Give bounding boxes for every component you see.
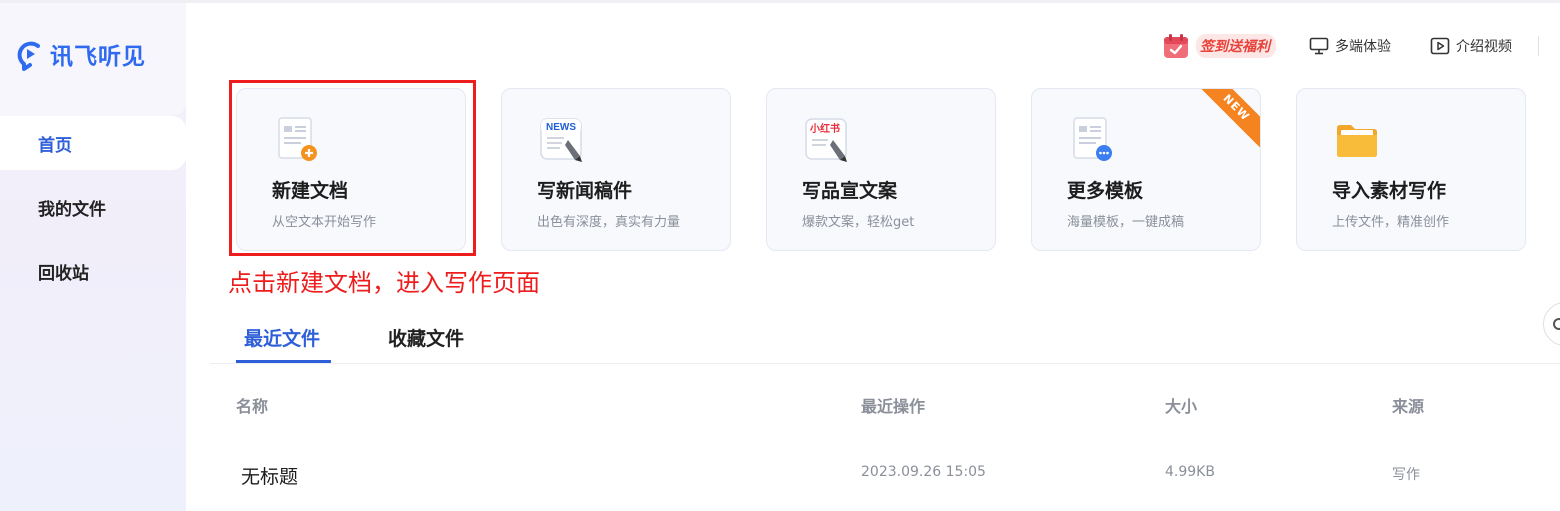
card-import-material[interactable]: 导入素材写作 上传文件，精准创作 bbox=[1296, 88, 1526, 251]
multi-device-button[interactable]: 多端体验 bbox=[1309, 30, 1391, 62]
signin-label: 签到送福利 bbox=[1196, 34, 1276, 58]
tab-favorite-files[interactable]: 收藏文件 bbox=[388, 324, 464, 351]
header-divider bbox=[1538, 36, 1539, 56]
sidebar-item-my-files[interactable]: 我的文件 bbox=[0, 180, 186, 234]
card-subtitle: 上传文件，精准创作 bbox=[1332, 215, 1450, 230]
logo-area: 讯飞听见 bbox=[0, 3, 186, 116]
multi-device-label: 多端体验 bbox=[1335, 39, 1391, 55]
folder-icon bbox=[1337, 125, 1377, 157]
tutorial-highlight-box bbox=[229, 80, 476, 256]
app-name: 讯飞听见 bbox=[50, 44, 146, 70]
card-more-templates[interactable]: NEW 更多模板 海量模板，一键成稿 bbox=[1031, 88, 1261, 251]
app-logo[interactable]: 讯飞听见 bbox=[16, 36, 146, 72]
xiaohongshu-icon: 小红书 bbox=[805, 118, 847, 162]
sidebar: 讯飞听见 首页 我的文件 回收站 bbox=[0, 3, 186, 511]
news-icon: NEWS bbox=[540, 118, 582, 162]
file-name[interactable]: 无标题 bbox=[241, 462, 298, 489]
monitor-icon bbox=[1309, 37, 1329, 55]
play-video-icon bbox=[1430, 37, 1450, 55]
signin-reward-button[interactable]: 签到送福利 bbox=[1162, 30, 1276, 62]
news-icon-text: NEWS bbox=[546, 122, 576, 133]
card-title: 导入素材写作 bbox=[1332, 180, 1447, 202]
logo-ear-icon bbox=[17, 41, 40, 71]
tab-divider bbox=[210, 363, 1560, 364]
card-title: 更多模板 bbox=[1067, 180, 1144, 202]
card-write-news[interactable]: NEWS 写新闻稿件 出色有深度，真实有力量 bbox=[501, 88, 731, 251]
sidebar-item-recycle-bin[interactable]: 回收站 bbox=[0, 244, 186, 298]
help-icon bbox=[1553, 318, 1560, 330]
card-brand-copy[interactable]: 小红书 写品宣文案 爆款文案，轻松get bbox=[766, 88, 996, 251]
card-subtitle: 爆款文案，轻松get bbox=[802, 215, 915, 230]
top-border bbox=[0, 0, 1560, 3]
column-header-name[interactable]: 名称 bbox=[236, 393, 268, 417]
file-size: 4.99KB bbox=[1165, 464, 1215, 480]
new-badge: NEW bbox=[1192, 89, 1260, 152]
tutorial-annotation: 点击新建文档，进入写作页面 bbox=[228, 269, 540, 297]
intro-video-label: 介绍视频 bbox=[1456, 39, 1512, 55]
column-header-last-modified[interactable]: 最近操作 bbox=[861, 393, 925, 417]
tab-recent-files[interactable]: 最近文件 bbox=[244, 324, 320, 351]
column-header-size[interactable]: 大小 bbox=[1165, 393, 1197, 417]
column-header-source[interactable]: 来源 bbox=[1392, 393, 1424, 417]
card-subtitle: 出色有深度，真实有力量 bbox=[537, 215, 681, 230]
file-source: 写作 bbox=[1392, 467, 1420, 483]
xiaohongshu-icon-text: 小红书 bbox=[809, 122, 840, 135]
file-last-modified: 2023.09.26 15:05 bbox=[861, 464, 986, 480]
sidebar-item-home[interactable]: 首页 bbox=[0, 116, 186, 170]
intro-video-button[interactable]: 介绍视频 bbox=[1430, 30, 1512, 62]
card-title: 写新闻稿件 bbox=[537, 180, 633, 202]
calendar-check-icon bbox=[1164, 34, 1188, 58]
template-icon bbox=[1073, 117, 1112, 161]
card-subtitle: 海量模板，一键成稿 bbox=[1067, 215, 1185, 230]
side-help-button[interactable] bbox=[1543, 302, 1560, 346]
app-root: 讯飞听见 首页 我的文件 回收站 签到送福利 多端体验 介绍视频 新建文档 从空… bbox=[0, 0, 1560, 511]
card-title: 写品宣文案 bbox=[802, 180, 898, 202]
